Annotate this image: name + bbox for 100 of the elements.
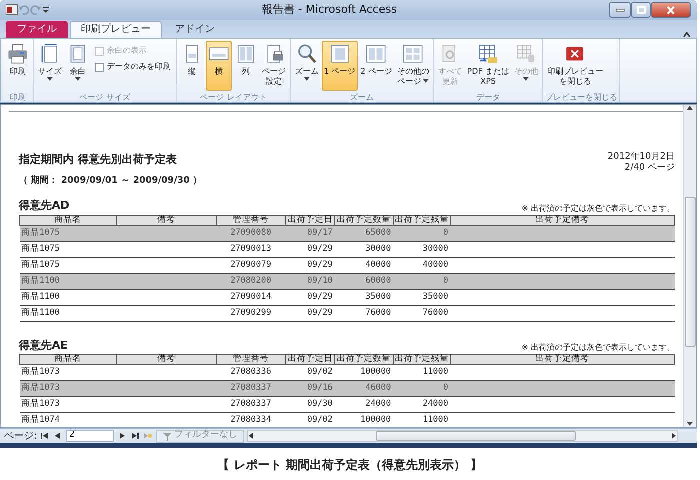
next-record-button[interactable] [117, 430, 128, 442]
page-label: ページ: [4, 430, 38, 444]
collapse-ribbon-icon[interactable] [683, 32, 691, 38]
ribbon-button[interactable]: ページ 設定 [260, 41, 288, 91]
ribbon-button[interactable]: 印刷 [5, 41, 31, 91]
table-cell: 0 [443, 276, 448, 286]
minimize-icon [616, 8, 624, 12]
four-page-icon [402, 43, 424, 65]
minimize-button[interactable] [609, 2, 631, 18]
table-cell: 30000 [422, 244, 448, 254]
table-cell: 商品1075 [22, 228, 60, 238]
table-export-icon [477, 43, 500, 65]
checkbox-option[interactable]: データのみを印刷 [95, 61, 171, 73]
table-cell: 27090079 [230, 260, 272, 270]
customize-icon[interactable] [42, 5, 50, 15]
file-tab[interactable]: ファイル [6, 21, 68, 38]
ribbon-button[interactable]: 横 [206, 41, 232, 91]
table-cell: 46000 [366, 383, 392, 394]
table-cell: 商品1100 [22, 276, 60, 286]
table-cell: 27080337 [230, 399, 272, 410]
ribbon-button[interactable]: 縦 [179, 41, 205, 91]
column-header: 備考 [116, 354, 216, 364]
column-header: 商品名 [20, 215, 117, 225]
ribbon-button[interactable]: 余白 [65, 41, 91, 91]
table-icon [515, 43, 538, 65]
column-header: 出荷予定備考 [450, 215, 674, 225]
table-cell: 09/29 [307, 292, 333, 302]
table-cell: 27080337 [230, 383, 272, 394]
column-header: 管理番号 [216, 354, 286, 364]
customer-name: 得意先AD [19, 198, 70, 214]
column-header: 備考 [116, 215, 216, 225]
group-label: プレビューを閉じる [545, 92, 618, 102]
column-header: 出荷予定日 [286, 215, 335, 225]
ribbon-button[interactable]: その他の ページ [395, 41, 432, 91]
report-title: 指定期間内 得意先別出荷予定表 [19, 152, 178, 168]
table-cell: 09/02 [307, 367, 333, 378]
app-icon[interactable] [6, 4, 18, 16]
close-button[interactable] [651, 2, 691, 18]
ribbon-button[interactable]: 印刷プレビュー を閉じる [545, 41, 606, 91]
table-cell: 76000 [422, 308, 448, 318]
columns-icon [235, 43, 257, 65]
group-label: ズーム [349, 92, 376, 102]
table-cell: 35000 [422, 292, 448, 302]
column-header: 出荷予定備考 [450, 354, 674, 364]
table-cell: 09/17 [307, 228, 333, 238]
ribbon-button[interactable]: PDF または XPS [465, 41, 512, 91]
table-cell: 30000 [366, 244, 392, 254]
table-cell: 40000 [422, 260, 448, 270]
ribbon-button[interactable]: サイズ [36, 41, 64, 91]
table-cell: 27080200 [230, 276, 272, 286]
table-cell: 27080336 [230, 367, 272, 378]
ribbon-tab[interactable]: 印刷プレビュー [70, 21, 162, 38]
ribbon-button[interactable]: 列 [233, 41, 259, 91]
scroll-left-icon[interactable] [248, 432, 254, 440]
table-cell: 11000 [422, 367, 448, 378]
table-cell: 商品1100 [22, 308, 60, 318]
scroll-right-icon[interactable] [671, 432, 677, 440]
column-header: 出荷予定数量 [334, 354, 394, 364]
group-label: ページ レイアウト [199, 92, 268, 102]
table-cell: 27080334 [230, 415, 272, 426]
table-cell: 09/29 [307, 308, 333, 318]
table-cell: 09/29 [307, 244, 333, 254]
printer-icon [7, 43, 29, 65]
column-header: 出荷予定数量 [334, 215, 394, 225]
legend-note: ※ 出荷済の予定は灰色で表示しています。 [522, 202, 675, 214]
table-cell: 0 [443, 383, 448, 394]
table-cell: 40000 [366, 260, 392, 270]
ribbon-tab[interactable]: アドイン [164, 21, 226, 38]
scrollbar-thumb[interactable] [684, 197, 696, 347]
table-cell: 0 [443, 228, 448, 238]
last-record-button[interactable] [130, 430, 140, 442]
report-period: （ 期間： 2009/09/01 ～ 2009/09/30 ） [19, 174, 202, 188]
page-number: 2/40 ページ [624, 163, 675, 174]
table-cell: 商品1073 [22, 399, 60, 410]
table-cell: 09/02 [307, 415, 333, 426]
table-cell: 65000 [366, 228, 392, 238]
table-cell: 09/16 [307, 383, 333, 394]
first-record-icon [41, 432, 50, 440]
column-header: 出荷予定残量 [393, 354, 450, 364]
scroll-up-icon[interactable] [686, 105, 694, 111]
table-cell: 09/10 [307, 276, 333, 286]
first-record-button[interactable] [40, 430, 50, 442]
ribbon-button[interactable]: 2 ページ [358, 41, 394, 91]
table-cell: 27090080 [230, 228, 272, 238]
previous-record-icon [54, 432, 62, 440]
table-cell: 27090014 [230, 292, 272, 302]
scrollbar-thumb[interactable] [376, 431, 576, 441]
group-label: 印刷 [9, 92, 27, 102]
group-label: データ [475, 92, 502, 102]
two-page-icon [365, 43, 388, 65]
ribbon-button[interactable]: ズーム [293, 41, 321, 91]
table-cell: 11000 [422, 415, 448, 426]
column-header: 管理番号 [216, 215, 286, 225]
table-cell: 35000 [366, 292, 392, 302]
next-record-icon [118, 432, 126, 440]
table-cell: 24000 [422, 399, 448, 410]
ribbon-button[interactable]: 1 ページ [322, 41, 358, 91]
maximize-button[interactable] [631, 2, 651, 18]
table-cell: 09/29 [307, 260, 333, 270]
search-icon [296, 43, 318, 65]
